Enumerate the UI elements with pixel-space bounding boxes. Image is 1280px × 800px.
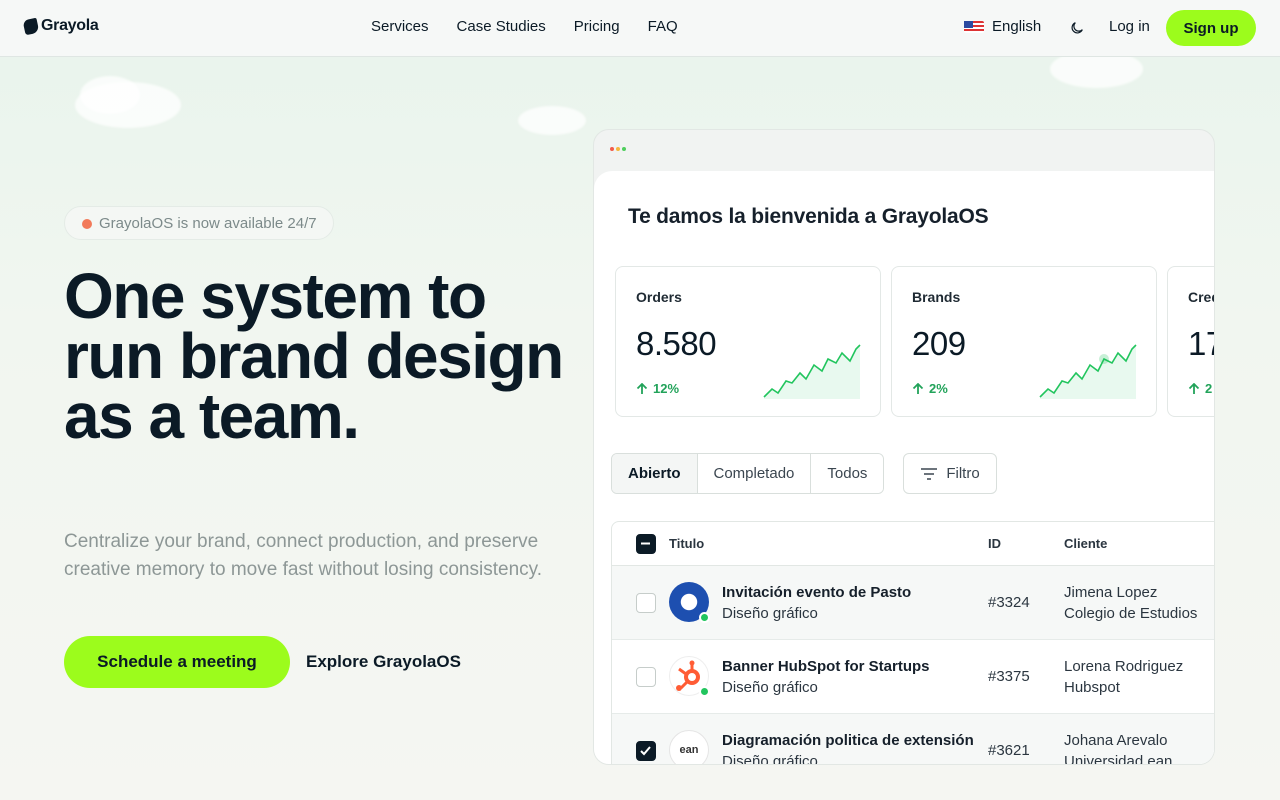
availability-badge: GrayolaOS is now available 24/7	[64, 206, 334, 240]
table-header: Titulo ID Cliente	[612, 522, 1214, 566]
row-checkbox[interactable]	[636, 593, 656, 613]
theme-toggle[interactable]	[1066, 17, 1088, 39]
stat-label: Orders	[636, 289, 682, 305]
nav-services[interactable]: Services	[371, 18, 429, 35]
checkmark-icon	[640, 746, 651, 756]
stat-delta-value: 2%	[929, 381, 948, 396]
row-type: Diseño gráfico	[722, 605, 818, 622]
minus-icon	[641, 542, 650, 545]
arrow-up-icon	[1188, 382, 1200, 394]
top-navbar: Grayola Services Case Studies Pricing FA…	[0, 0, 1280, 57]
tab-todos[interactable]: Todos	[811, 454, 884, 493]
hero-subtitle: Centralize your brand, connect productio…	[64, 531, 543, 580]
language-label: English	[992, 18, 1042, 35]
stat-delta-value: 12%	[653, 381, 680, 396]
filter-icon	[921, 467, 938, 480]
stat-label: Brands	[912, 289, 961, 305]
row-id: #3375	[988, 668, 1030, 685]
row-client: Lorena Rodriguez	[1064, 658, 1184, 675]
language-selector[interactable]: English	[964, 18, 1041, 35]
table-row[interactable]: Invitación evento de Pasto Diseño gráfic…	[612, 566, 1214, 640]
main-nav: Services Case Studies Pricing FAQ	[371, 18, 678, 35]
explore-link[interactable]: Explore GrayolaOS	[306, 652, 461, 672]
row-type: Diseño gráfico	[722, 679, 818, 696]
status-dot-icon	[82, 219, 92, 229]
arrow-up-icon	[636, 382, 648, 394]
maximize-dot-icon	[622, 147, 626, 151]
stat-card-orders[interactable]: Orders 8.580 12%	[615, 266, 881, 417]
header-client[interactable]: Cliente	[1064, 536, 1107, 551]
row-client: Jimena Lopez	[1064, 584, 1158, 601]
row-id: #3324	[988, 594, 1030, 611]
row-org: Hubspot	[1064, 679, 1120, 696]
close-dot-icon	[610, 147, 614, 151]
app-content: Te damos la bienvenida a GrayolaOS Order…	[594, 171, 1214, 765]
nav-faq[interactable]: FAQ	[648, 18, 678, 35]
sparkline-chart	[1039, 344, 1137, 399]
hero-title: One system to run brand design as a team…	[64, 260, 564, 452]
row-type: Diseño gráfico	[722, 753, 818, 765]
stat-value: 209	[912, 325, 966, 362]
table-row[interactable]: Banner HubSpot for Startups Diseño gráfi…	[612, 640, 1214, 714]
orders-table: Titulo ID Cliente Invitación evento de P…	[611, 521, 1214, 765]
row-org: Colegio de Estudios	[1064, 605, 1198, 622]
stat-delta-value: 2	[1205, 381, 1213, 396]
ean-logo-icon: ean	[669, 730, 709, 764]
login-link[interactable]: Log in	[1109, 18, 1150, 35]
stat-value: 8.580	[636, 325, 717, 362]
stat-delta: 2	[1188, 381, 1212, 396]
table-row[interactable]: ean Diagramación politica de extensión D…	[612, 714, 1214, 765]
row-checkbox[interactable]	[636, 741, 656, 761]
row-checkbox[interactable]	[636, 667, 656, 687]
row-id: #3621	[988, 742, 1030, 759]
stat-delta: 2%	[912, 381, 948, 396]
cloud-decoration	[80, 76, 140, 114]
nav-case-studies[interactable]: Case Studies	[457, 18, 546, 35]
row-title: Banner HubSpot for Startups	[722, 658, 930, 675]
grayola-logo-icon	[22, 17, 40, 35]
stat-card-brands[interactable]: Brands 209 2%	[891, 266, 1157, 417]
sparkline-chart	[763, 344, 861, 399]
stat-label: Cred	[1188, 289, 1214, 305]
tab-completado[interactable]: Completado	[697, 454, 812, 493]
row-title: Invitación evento de Pasto	[722, 584, 912, 601]
tab-abierto[interactable]: Abierto	[612, 454, 698, 493]
online-status-icon	[699, 612, 710, 623]
nav-pricing[interactable]: Pricing	[574, 18, 620, 35]
arrow-up-icon	[912, 382, 924, 394]
us-flag-icon	[964, 20, 984, 33]
row-org: Universidad ean	[1064, 753, 1173, 765]
row-client: Johana Arevalo	[1064, 732, 1168, 749]
minimize-dot-icon	[616, 147, 620, 151]
schedule-meeting-button[interactable]: Schedule a meeting	[64, 636, 290, 688]
header-id[interactable]: ID	[988, 536, 1001, 551]
online-status-icon	[699, 686, 710, 697]
logo-text: Grayola	[41, 17, 99, 34]
signup-button[interactable]: Sign up	[1166, 10, 1256, 46]
window-dots	[610, 147, 626, 151]
badge-text: GrayolaOS is now available 24/7	[99, 214, 317, 232]
header-title[interactable]: Titulo	[669, 536, 704, 551]
status-tabs: Abierto Completado Todos	[611, 453, 885, 494]
logo[interactable]: Grayola	[22, 17, 99, 35]
filter-label: Filtro	[946, 465, 980, 482]
select-all-checkbox[interactable]	[636, 534, 656, 554]
stat-card-credits[interactable]: Cred 17 2	[1167, 266, 1214, 417]
moon-icon	[1071, 22, 1083, 34]
cloud-decoration	[518, 106, 586, 135]
stat-delta: 12%	[636, 381, 679, 396]
filter-button[interactable]: Filtro	[903, 453, 997, 494]
app-preview: Te damos la bienvenida a GrayolaOS Order…	[593, 129, 1215, 765]
row-title: Diagramación politica de extensión	[722, 732, 974, 749]
stat-value: 17	[1188, 325, 1214, 362]
welcome-heading: Te damos la bienvenida a GrayolaOS	[628, 205, 989, 228]
